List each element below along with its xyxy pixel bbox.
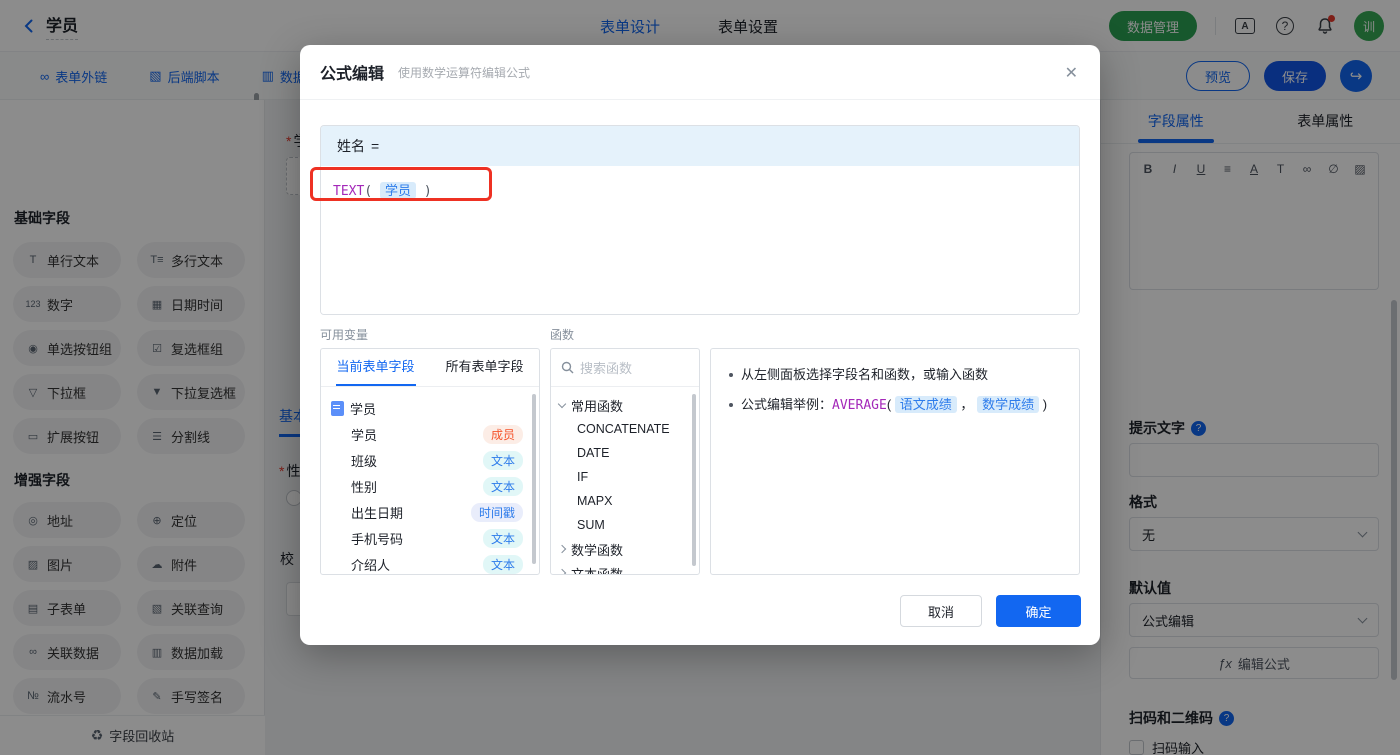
search-placeholder: 搜索函数 [580, 361, 633, 376]
cancel-button[interactable]: 取消 [900, 595, 982, 627]
tab-all-form-fields[interactable]: 所有表单字段 [430, 349, 539, 386]
modal-title: 公式编辑 [320, 66, 385, 83]
function-group-text[interactable]: 文本函数 [557, 561, 699, 574]
example-function: AVERAGE [832, 398, 887, 413]
search-icon [561, 361, 574, 374]
modal-subtitle: 使用数学运算符编辑公式 [398, 65, 531, 80]
type-tag-text: 文本 [482, 450, 523, 470]
variables-label: 可用变量 [320, 328, 369, 342]
tab-current-form-fields[interactable]: 当前表单字段 [321, 349, 430, 386]
function-group-math[interactable]: 数学函数 [557, 537, 699, 561]
function-item[interactable]: DATE [559, 441, 699, 465]
function-item[interactable]: IF [559, 465, 699, 489]
formula-target-row: 姓名 = [321, 126, 1079, 166]
type-tag-timestamp: 时间戳 [470, 502, 523, 522]
variable-row[interactable]: 出生日期 时间戳 [331, 499, 539, 525]
variable-row[interactable]: 学员 成员 [331, 421, 539, 447]
formula-body[interactable]: TEXT( 学员 ) [321, 166, 1079, 314]
field-chip: 数学成绩 [977, 396, 1040, 413]
variables-root-node[interactable]: 学员 [331, 395, 539, 421]
close-icon[interactable]: ✕ [1065, 63, 1078, 83]
variables-panel: 当前表单字段 所有表单字段 学员 学员 成员 班级 文本 性别 文本 出生日期 时间戳 … [320, 348, 540, 575]
chevron-right-icon [557, 568, 567, 574]
functions-label: 函数 [550, 328, 575, 342]
variable-row[interactable]: 班级 文本 [331, 447, 539, 473]
formula-operator: = [371, 138, 380, 154]
functions-scrollbar-thumb[interactable] [692, 394, 696, 566]
variable-row[interactable]: 介绍人 文本 [331, 551, 539, 574]
tips-panel: 从左侧面板选择字段名和函数，或输入函数 公式编辑举例：AVERAGE( 语文成绩… [710, 348, 1080, 575]
formula-function: TEXT [333, 184, 365, 199]
field-chip: 学员 [379, 182, 416, 199]
functions-panel: 搜索函数 常用函数 CONCATENATE DATE IF MAPX SUM 数… [550, 348, 700, 575]
bullet-icon [729, 403, 733, 407]
type-tag-text: 文本 [482, 476, 523, 496]
function-item[interactable]: SUM [559, 513, 699, 537]
chevron-down-icon [557, 399, 567, 409]
tip-line: 从左侧面板选择字段名和函数，或输入函数 [729, 365, 1061, 385]
formula-editor[interactable]: 姓名 = TEXT( 学员 ) [320, 125, 1080, 315]
modal-header: 公式编辑 使用数学运算符编辑公式 ✕ [300, 45, 1100, 100]
confirm-button[interactable]: 确定 [996, 595, 1081, 627]
formula-target: 姓名 [337, 138, 365, 154]
function-item[interactable]: CONCATENATE [559, 417, 699, 441]
variable-row[interactable]: 性别 文本 [331, 473, 539, 499]
app-root: 学员 表单设计 表单设置 数据管理 A ? 训 ∞表单外链 ▧后端脚本 ▥数据权… [0, 0, 1400, 755]
type-tag-member: 成员 [482, 424, 523, 444]
field-chip: 语文成绩 [894, 396, 957, 413]
type-tag-text: 文本 [482, 554, 523, 574]
tip-example-line: 公式编辑举例：AVERAGE( 语文成绩 ， 数学成绩 ) [729, 395, 1061, 416]
variables-scrollbar-thumb[interactable] [532, 394, 536, 564]
form-doc-icon [331, 400, 344, 416]
chevron-right-icon [557, 544, 567, 554]
function-group-common[interactable]: 常用函数 [557, 393, 699, 417]
function-search-input[interactable]: 搜索函数 [551, 349, 699, 387]
variable-row[interactable]: 手机号码 文本 [331, 525, 539, 551]
function-item[interactable]: MAPX [559, 489, 699, 513]
formula-edit-modal: 公式编辑 使用数学运算符编辑公式 ✕ 姓名 = TEXT( 学员 ) 可用变量 … [300, 45, 1100, 645]
bullet-icon [729, 373, 733, 377]
type-tag-text: 文本 [482, 528, 523, 548]
